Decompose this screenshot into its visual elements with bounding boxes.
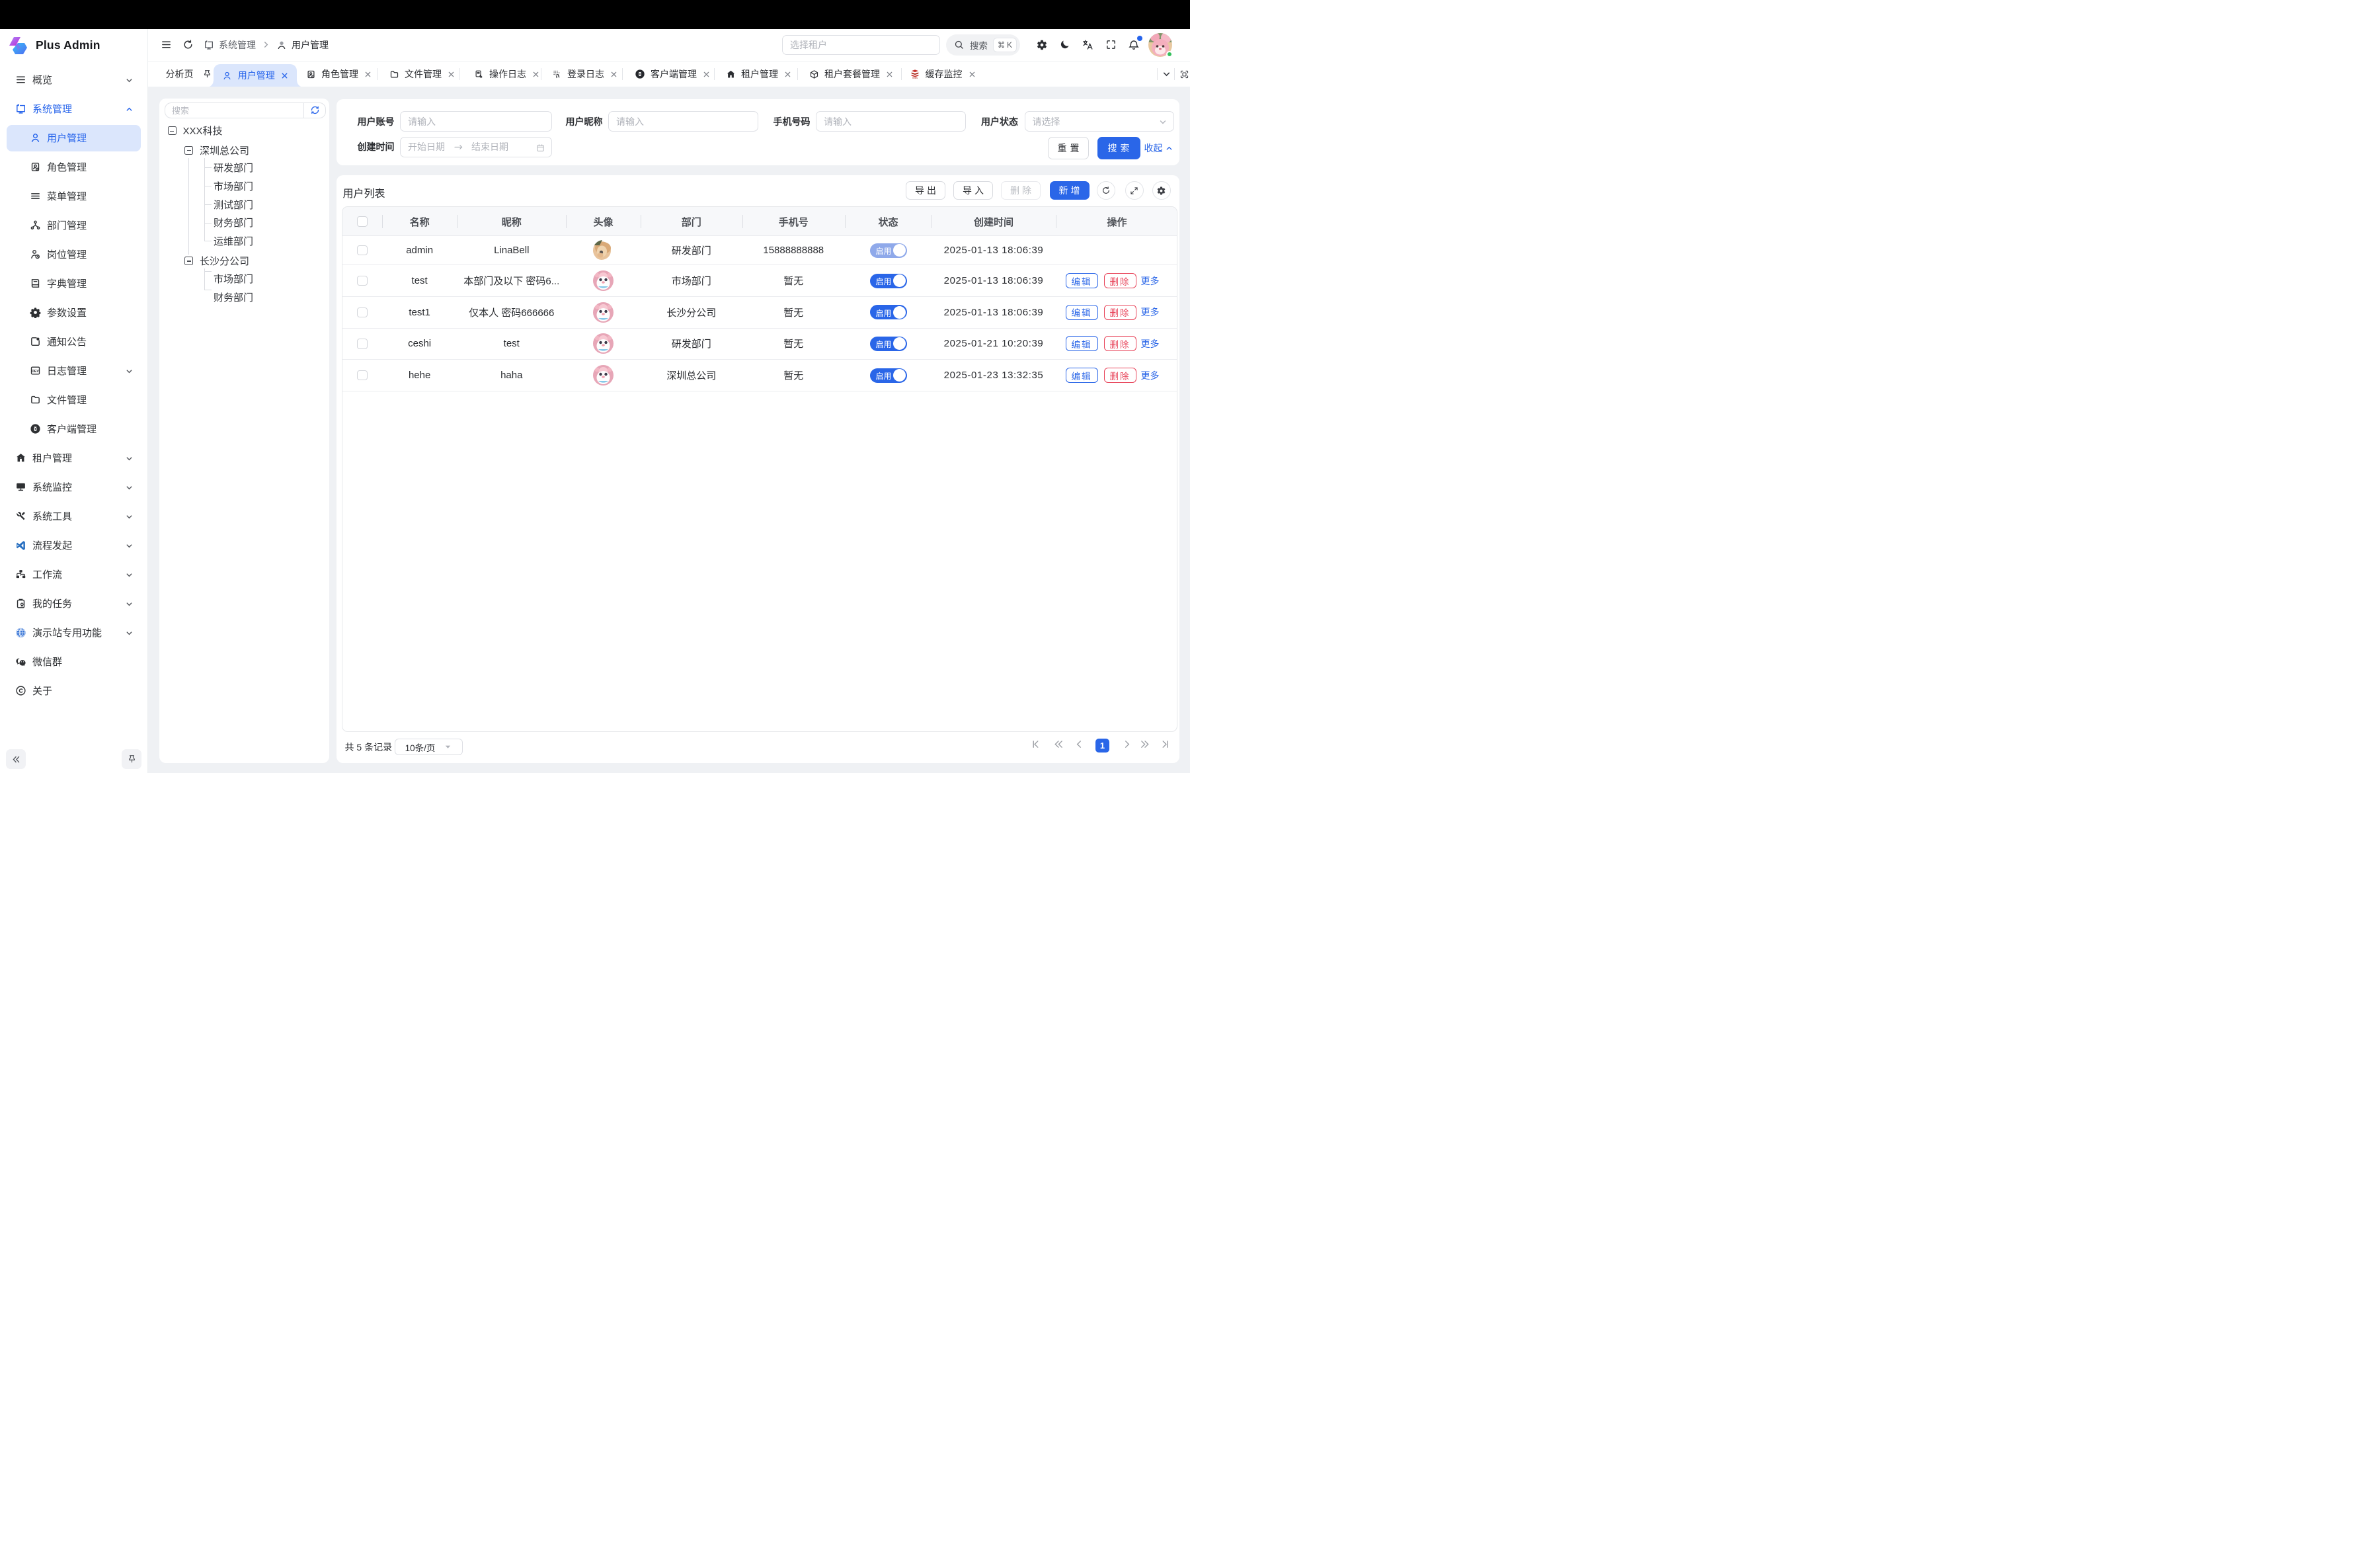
svg-text:redis: redis [912,77,918,79]
svg-text:DEV: DEV [32,370,39,374]
